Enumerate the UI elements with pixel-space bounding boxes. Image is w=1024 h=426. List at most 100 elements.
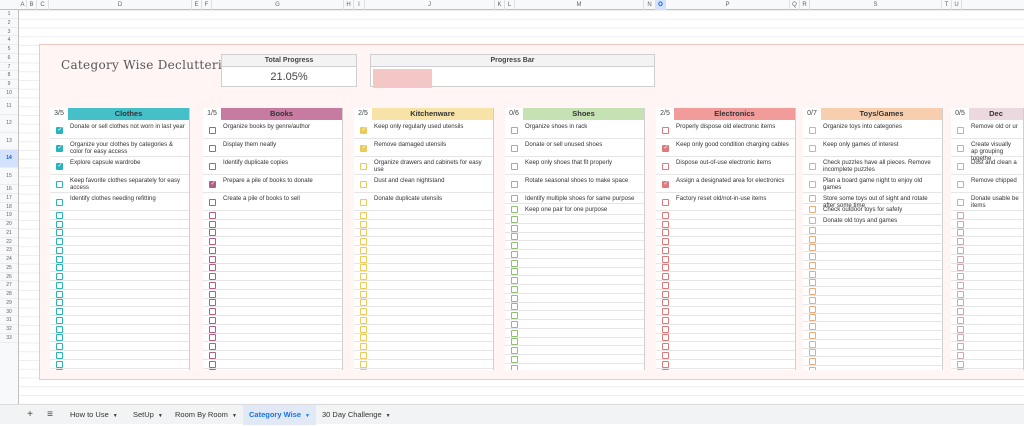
checkbox[interactable] — [56, 299, 63, 307]
checkbox[interactable] — [360, 126, 367, 134]
row-header-27[interactable]: 27 — [0, 281, 18, 290]
checkbox[interactable] — [511, 162, 518, 170]
column-header-f[interactable]: F — [202, 0, 212, 10]
row-header-3[interactable]: 3 — [0, 28, 18, 37]
checkbox[interactable] — [957, 144, 964, 152]
checkbox[interactable] — [511, 215, 518, 223]
checkbox[interactable] — [209, 351, 216, 359]
checkbox[interactable] — [511, 277, 518, 285]
checkbox[interactable] — [662, 264, 669, 272]
row-header-29[interactable]: 29 — [0, 299, 18, 308]
column-header-n[interactable]: N — [644, 0, 656, 10]
checkbox[interactable] — [809, 358, 816, 366]
checkbox[interactable] — [957, 126, 964, 134]
checkbox[interactable] — [56, 351, 63, 359]
checkbox[interactable] — [662, 334, 669, 342]
checkbox[interactable] — [957, 316, 964, 324]
checkbox[interactable] — [809, 253, 816, 261]
checkbox[interactable] — [511, 268, 518, 276]
checkbox[interactable] — [662, 316, 669, 324]
checkbox[interactable] — [360, 264, 367, 272]
row-header-8[interactable]: 8 — [0, 71, 18, 80]
sheet-tab-how-to-use[interactable]: How to Use ▼ — [64, 405, 124, 425]
checkbox[interactable] — [957, 211, 964, 219]
checkbox[interactable] — [360, 198, 367, 206]
row-header-14[interactable]: 14 — [0, 150, 18, 168]
row-header-31[interactable]: 31 — [0, 316, 18, 325]
row-header-1[interactable]: 1 — [0, 10, 18, 19]
checkbox[interactable] — [662, 246, 669, 254]
column-header-b[interactable]: B — [27, 0, 37, 10]
checkbox[interactable] — [56, 144, 63, 152]
checkbox[interactable] — [662, 229, 669, 237]
checkbox[interactable] — [209, 325, 216, 333]
checkbox[interactable] — [360, 290, 367, 298]
checkbox[interactable] — [809, 162, 816, 170]
column-header-e[interactable]: E — [192, 0, 202, 10]
row-header-19[interactable]: 19 — [0, 211, 18, 220]
checkbox[interactable] — [209, 281, 216, 289]
checkbox[interactable] — [957, 281, 964, 289]
checkbox[interactable] — [209, 360, 216, 368]
checkbox[interactable] — [511, 195, 518, 202]
checkbox[interactable] — [662, 308, 669, 316]
column-header-s[interactable]: S — [810, 0, 942, 10]
checkbox[interactable] — [56, 360, 63, 368]
row-header-26[interactable]: 26 — [0, 273, 18, 282]
checkbox[interactable] — [360, 180, 367, 188]
checkbox[interactable] — [662, 180, 669, 188]
row-header-11[interactable]: 11 — [0, 98, 18, 115]
checkbox[interactable] — [809, 305, 816, 313]
checkbox[interactable] — [809, 180, 816, 188]
checkbox[interactable] — [209, 246, 216, 254]
sheet-tab-setup[interactable]: SetUp ▼ — [127, 405, 169, 425]
checkbox[interactable] — [511, 294, 518, 302]
checkbox[interactable] — [56, 180, 63, 188]
row-header-17[interactable]: 17 — [0, 194, 18, 203]
checkbox[interactable] — [360, 246, 367, 254]
checkbox[interactable] — [809, 331, 816, 339]
checkbox[interactable] — [360, 308, 367, 316]
checkbox[interactable] — [662, 351, 669, 359]
checkbox[interactable] — [511, 250, 518, 258]
checkbox[interactable] — [809, 349, 816, 357]
checkbox[interactable] — [56, 290, 63, 298]
checkbox[interactable] — [360, 281, 367, 289]
checkbox[interactable] — [209, 308, 216, 316]
checkbox[interactable] — [360, 144, 367, 152]
checkbox[interactable] — [360, 325, 367, 333]
checkbox[interactable] — [662, 238, 669, 246]
chevron-down-icon[interactable]: ▼ — [113, 413, 118, 419]
checkbox[interactable] — [511, 347, 518, 355]
checkbox[interactable] — [360, 220, 367, 228]
checkbox[interactable] — [360, 369, 367, 370]
column-header-c[interactable]: C — [37, 0, 49, 10]
checkbox[interactable] — [662, 211, 669, 219]
column-header-g[interactable]: G — [212, 0, 344, 10]
checkbox[interactable] — [957, 162, 964, 170]
checkbox[interactable] — [662, 325, 669, 333]
checkbox[interactable] — [360, 316, 367, 324]
checkbox[interactable] — [662, 281, 669, 289]
checkbox[interactable] — [56, 369, 63, 370]
checkbox[interactable] — [209, 229, 216, 237]
checkbox[interactable] — [957, 290, 964, 298]
total-progress-box[interactable]: Total Progress 21.05% — [221, 54, 357, 87]
checkbox[interactable] — [360, 343, 367, 351]
checkbox[interactable] — [957, 198, 964, 206]
checkbox[interactable] — [209, 264, 216, 272]
checkbox[interactable] — [511, 126, 518, 134]
checkbox[interactable] — [209, 273, 216, 281]
checkbox[interactable] — [209, 126, 216, 134]
checkbox[interactable] — [809, 366, 816, 370]
checkbox[interactable] — [809, 314, 816, 322]
checkbox[interactable] — [957, 273, 964, 281]
checkbox[interactable] — [662, 255, 669, 263]
checkbox[interactable] — [957, 246, 964, 254]
checkbox[interactable] — [957, 308, 964, 316]
column-header-o[interactable]: O — [656, 0, 666, 10]
checkbox[interactable] — [809, 340, 816, 348]
checkbox[interactable] — [809, 279, 816, 287]
checkbox[interactable] — [957, 238, 964, 246]
row-header-2[interactable]: 2 — [0, 19, 18, 28]
